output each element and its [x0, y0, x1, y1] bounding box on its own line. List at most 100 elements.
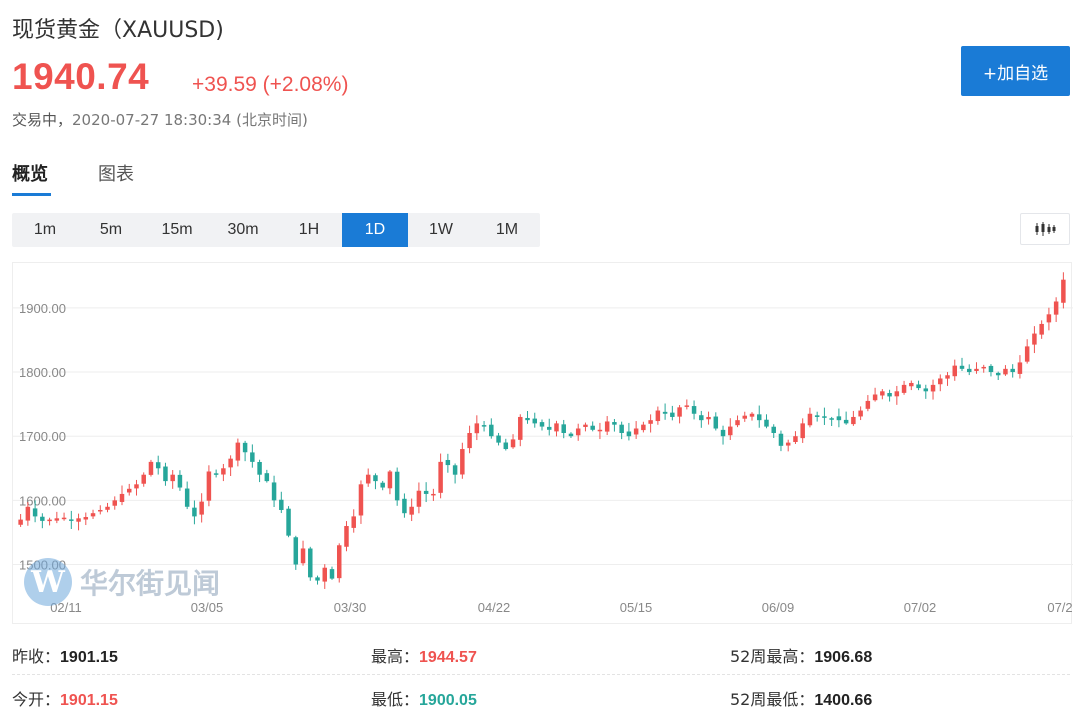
candle-body: [250, 452, 255, 462]
candle-body: [836, 416, 842, 421]
candle-body: [561, 424, 566, 433]
candle-body: [373, 475, 378, 482]
candle-body: [402, 498, 407, 514]
candle-body: [54, 518, 60, 521]
candle-body: [778, 433, 784, 446]
candle-body: [445, 459, 451, 466]
y-tick-label: 1800.00: [19, 365, 66, 380]
timestamp: 2020-07-27 18:30:34 (北京时间): [72, 111, 308, 129]
candle-body: [829, 418, 834, 420]
candle-body: [474, 423, 480, 434]
instrument-title: 现货黄金（XAUUSD): [12, 18, 224, 43]
active-tab-indicator: [12, 193, 51, 196]
candle-body: [279, 499, 284, 510]
candle-body: [807, 413, 813, 426]
tab-overview[interactable]: 概览: [12, 160, 48, 186]
stat-value: 1400.66: [814, 692, 873, 709]
period-1mo[interactable]: 1M: [474, 213, 540, 247]
x-tick-label: 07/2: [1047, 600, 1072, 615]
candle-body: [1061, 279, 1066, 303]
period-1w[interactable]: 1W: [408, 213, 474, 247]
candle-body: [590, 425, 595, 430]
candle-body: [930, 384, 936, 392]
stat-value: 1900.05: [419, 692, 477, 709]
period-5m[interactable]: 5m: [78, 213, 144, 247]
candle-body: [452, 465, 458, 475]
stat-label: 今开：: [12, 690, 61, 709]
stat-value: 1944.57: [419, 649, 477, 666]
candle-body: [496, 435, 501, 443]
period-15m[interactable]: 15m: [144, 213, 210, 247]
candle-body: [112, 500, 118, 506]
candle-body: [155, 462, 161, 469]
chart-type-button[interactable]: [1020, 213, 1070, 245]
candle-body: [264, 473, 270, 482]
candle-body: [735, 420, 740, 426]
candle-body: [814, 415, 820, 417]
candle-body: [40, 516, 45, 521]
x-tick-label: 06/09: [762, 600, 795, 615]
candle-body: [800, 423, 805, 439]
period-1d[interactable]: 1D: [342, 213, 408, 247]
stats-divider: [12, 674, 1070, 675]
candle-body: [720, 429, 726, 437]
stat-label: 52周最低：: [730, 690, 815, 709]
candle-body: [539, 422, 545, 427]
candle-body: [25, 506, 31, 521]
candle-body: [1039, 323, 1044, 335]
y-tick-label: 1600.00: [19, 493, 66, 508]
candle-body: [199, 501, 204, 515]
stat-label: 最低：: [371, 690, 420, 709]
add-to-watchlist-button[interactable]: +加自选: [961, 46, 1070, 96]
candle-body: [489, 424, 494, 437]
candle-body: [177, 474, 183, 488]
stat-52w-low: 52周最低：1400.66: [730, 686, 872, 710]
candle-body: [938, 378, 943, 385]
candle-body: [554, 423, 559, 432]
candle-body: [583, 424, 588, 427]
candle-body: [597, 429, 603, 432]
candle-body: [503, 442, 509, 450]
candle-body: [481, 425, 487, 427]
candle-body: [336, 545, 342, 579]
candle-body: [916, 384, 921, 389]
period-1m[interactable]: 1m: [12, 213, 78, 247]
candle-body: [988, 365, 994, 373]
candle-body: [438, 461, 443, 493]
candle-body: [749, 413, 755, 417]
candle-body: [1010, 368, 1015, 373]
candle-body: [32, 508, 38, 517]
candle-body: [959, 365, 965, 369]
candle-body: [981, 366, 986, 369]
period-1h[interactable]: 1H: [276, 213, 342, 247]
y-tick-label: 1500.00: [19, 558, 66, 573]
stat-value: 1906.68: [814, 649, 873, 666]
tab-chart[interactable]: 图表: [98, 160, 134, 186]
candle-body: [119, 493, 125, 502]
candle-body: [18, 519, 23, 525]
candle-body: [61, 517, 67, 520]
candle-body: [633, 428, 639, 435]
candle-body: [756, 414, 762, 421]
candle-body: [966, 368, 972, 373]
candle-body: [184, 488, 190, 507]
candle-body: [286, 508, 291, 536]
candle-body: [423, 490, 429, 494]
candle-body: [742, 415, 748, 419]
candle-body: [822, 416, 827, 418]
candle-body: [47, 519, 52, 522]
candle-body: [771, 426, 776, 433]
status-label: 交易中，: [12, 111, 73, 129]
candle-body: [126, 488, 132, 493]
candle-body: [641, 424, 646, 431]
period-30m[interactable]: 30m: [210, 213, 276, 247]
stat-label: 昨收：: [12, 647, 61, 666]
candle-body: [952, 365, 958, 377]
candle-body: [1032, 333, 1037, 345]
price-chart[interactable]: 1500.00 1600.00 1700.00 1800.00 1900.00 02/11…: [12, 262, 1073, 624]
candle-body: [1046, 314, 1052, 323]
candle-body: [163, 466, 168, 482]
candle-body: [532, 418, 538, 424]
candle-body: [648, 420, 653, 424]
candle-body: [315, 577, 320, 581]
